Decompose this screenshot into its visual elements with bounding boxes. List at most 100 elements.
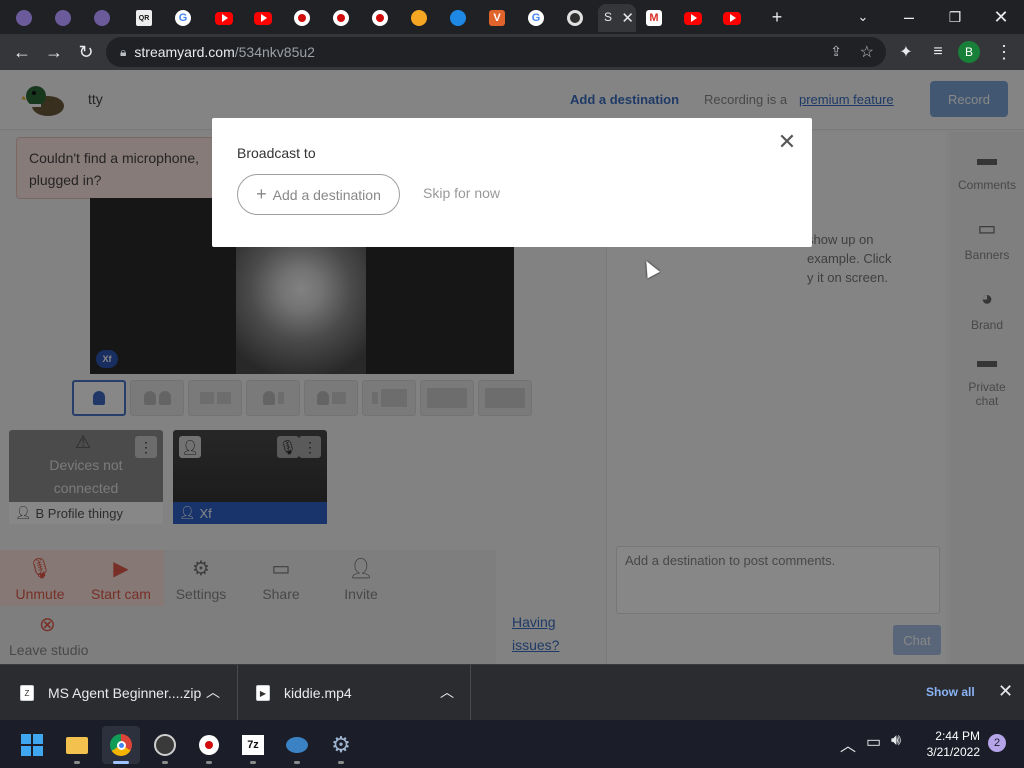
url-host: streamyard.com bbox=[134, 44, 235, 60]
add-destination-button[interactable]: + Add a destination bbox=[237, 174, 400, 215]
address-bar[interactable]: 🔒︎ streamyard.com/534nkv85u2 ⇪ ☆ bbox=[106, 37, 886, 67]
record-icon bbox=[372, 10, 388, 26]
add-destination-label: Add a destination bbox=[272, 186, 381, 203]
tab-youtube-3[interactable] bbox=[675, 4, 711, 32]
close-window-icon[interactable]: ✕ bbox=[981, 4, 1021, 30]
menu-dots-icon[interactable]: ⋮ bbox=[990, 38, 1018, 66]
tab-record-1[interactable] bbox=[284, 4, 320, 32]
tab-record-2[interactable] bbox=[323, 4, 359, 32]
tab-title: S bbox=[604, 10, 613, 24]
taskbar-recorder[interactable] bbox=[190, 726, 228, 764]
volume-icon[interactable]: 🔊︎ bbox=[891, 732, 901, 750]
tab-gmail[interactable]: M bbox=[636, 4, 672, 32]
taskbar-7zip[interactable]: 7z bbox=[234, 726, 272, 764]
taskbar-app-blue[interactable] bbox=[278, 726, 316, 764]
tab-blue-app[interactable] bbox=[440, 4, 476, 32]
running-indicator bbox=[250, 761, 256, 764]
running-indicator bbox=[338, 761, 344, 764]
youtube-icon bbox=[723, 11, 741, 25]
download-filename: MS Agent Beginner....zip bbox=[48, 685, 202, 701]
chrome-icon bbox=[567, 10, 583, 26]
v-app-icon: V bbox=[489, 10, 505, 26]
tab-chrome[interactable] bbox=[557, 4, 593, 32]
tab-qr[interactable]: QR bbox=[126, 4, 162, 32]
close-tab-icon[interactable]: ✕ bbox=[621, 9, 634, 27]
video-file-icon: ▶ bbox=[256, 685, 270, 701]
google-icon: G bbox=[175, 10, 191, 26]
download-item-zip[interactable]: Z MS Agent Beginner....zip bbox=[20, 665, 201, 721]
share-icon[interactable]: ⇪ bbox=[830, 43, 842, 60]
streamyard-page: tty Add a destination Recording is a pre… bbox=[0, 70, 1024, 664]
owl-icon bbox=[55, 10, 71, 26]
record-icon bbox=[199, 735, 219, 755]
clock-time: 2:44 PM bbox=[935, 729, 980, 743]
obs-icon bbox=[154, 734, 176, 756]
broadcast-modal: Broadcast to ✕ + Add a destination Skip … bbox=[212, 118, 812, 247]
extensions-icon[interactable]: ✦ bbox=[892, 38, 920, 66]
chrome-icon bbox=[110, 734, 132, 756]
taskbar-file-explorer[interactable] bbox=[58, 726, 96, 764]
minimize-icon[interactable]: – bbox=[889, 4, 929, 30]
taskbar-obs[interactable] bbox=[146, 726, 184, 764]
youtube-icon bbox=[215, 11, 233, 25]
browser-tab-strip: QR G V G S ✕ M + ⌄ – ❐ ✕ bbox=[0, 0, 1024, 34]
show-all-button[interactable]: Show all bbox=[926, 685, 975, 699]
tab-record-3[interactable] bbox=[362, 4, 398, 32]
new-tab-button[interactable]: + bbox=[757, 4, 797, 30]
folder-icon bbox=[66, 736, 88, 754]
gear-icon: ⚙ bbox=[331, 732, 351, 757]
blue-app-icon bbox=[286, 737, 308, 753]
close-icon[interactable]: ✕ bbox=[998, 681, 1013, 702]
tab-owl-2[interactable] bbox=[45, 4, 81, 32]
skip-for-now-button[interactable]: Skip for now bbox=[423, 185, 500, 201]
url-path: /534nkv85u2 bbox=[234, 44, 315, 60]
restore-icon[interactable]: ❐ bbox=[935, 4, 975, 30]
forward-icon[interactable]: → bbox=[40, 38, 68, 66]
running-indicator bbox=[206, 761, 212, 764]
chevron-up-icon[interactable]: ︿ bbox=[440, 682, 454, 702]
tab-youtube-1[interactable] bbox=[206, 4, 242, 32]
chevron-up-icon[interactable]: ︿ bbox=[206, 682, 220, 702]
close-icon[interactable]: ✕ bbox=[775, 129, 799, 154]
tab-youtube-2[interactable] bbox=[245, 4, 281, 32]
tab-owl-3[interactable] bbox=[84, 4, 120, 32]
tab-owl-1[interactable] bbox=[6, 4, 42, 32]
media-control-icon[interactable]: ≡ bbox=[924, 38, 952, 66]
record-icon bbox=[294, 10, 310, 26]
windows-taskbar: 7z ⚙ ︿ ▭ 🔊︎ 2:44 PM 3/21/2022 2 bbox=[0, 720, 1024, 768]
zip-file-icon: Z bbox=[20, 685, 34, 701]
google-icon: G bbox=[528, 10, 544, 26]
download-item-mp4[interactable]: ▶ kiddie.mp4 bbox=[256, 665, 352, 721]
downloads-bar: Z MS Agent Beginner....zip ︿ ▶ kiddie.mp… bbox=[0, 664, 1024, 721]
taskbar-settings[interactable]: ⚙ bbox=[322, 726, 360, 764]
profile-avatar[interactable]: B bbox=[958, 41, 980, 63]
start-button[interactable] bbox=[13, 726, 51, 764]
record-icon bbox=[333, 10, 349, 26]
youtube-icon bbox=[254, 11, 272, 25]
tab-google-1[interactable]: G bbox=[165, 4, 201, 32]
back-icon[interactable]: ← bbox=[8, 38, 36, 66]
network-icon[interactable]: ▭ bbox=[866, 732, 881, 752]
lock-icon: 🔒︎ bbox=[120, 44, 127, 59]
modal-title: Broadcast to bbox=[237, 145, 316, 161]
tab-puzzle[interactable] bbox=[401, 4, 437, 32]
chevron-up-icon[interactable]: ︿ bbox=[840, 732, 856, 756]
notification-badge[interactable]: 2 bbox=[988, 734, 1006, 752]
bookmark-star-icon[interactable]: ☆ bbox=[860, 42, 874, 62]
divider bbox=[470, 665, 471, 721]
tab-v-app[interactable]: V bbox=[479, 4, 515, 32]
system-clock[interactable]: 2:44 PM 3/21/2022 bbox=[920, 728, 980, 760]
tab-google-2[interactable]: G bbox=[518, 4, 554, 32]
tab-search-icon[interactable]: ⌄ bbox=[843, 4, 883, 30]
qr-icon: QR bbox=[136, 10, 152, 26]
reload-icon[interactable]: ↻ bbox=[72, 38, 100, 66]
taskbar-chrome[interactable] bbox=[102, 726, 140, 764]
gmail-icon: M bbox=[646, 10, 662, 26]
blue-app-icon bbox=[450, 10, 466, 26]
tab-youtube-4[interactable] bbox=[714, 4, 750, 32]
puzzle-color-icon bbox=[411, 10, 427, 26]
tab-streamyard-active[interactable]: S ✕ bbox=[598, 4, 636, 32]
windows-logo-icon bbox=[21, 734, 43, 756]
owl-icon bbox=[16, 10, 32, 26]
running-indicator bbox=[162, 761, 168, 764]
